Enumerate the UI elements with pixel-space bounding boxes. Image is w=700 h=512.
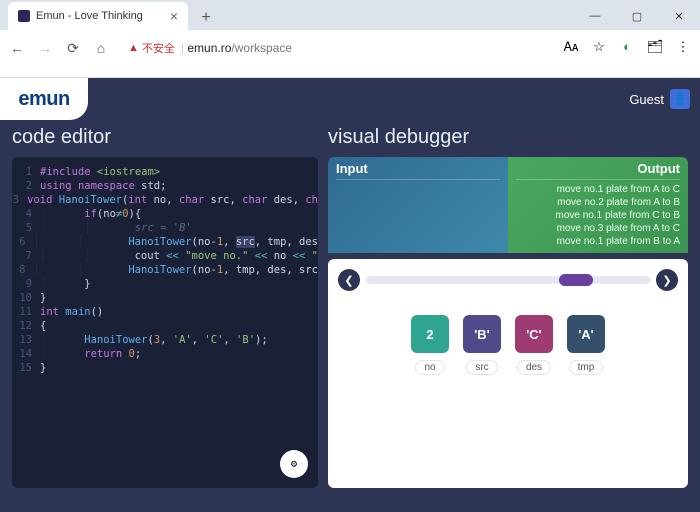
new-tab-button[interactable]: + <box>194 6 218 30</box>
url-path: /workspace <box>231 41 292 55</box>
extension-icon[interactable]: ◐ <box>618 39 636 57</box>
forward-icon[interactable]: → <box>36 40 54 56</box>
menu-icon[interactable]: ⋮ <box>674 39 692 57</box>
output-panel: Output move no.1 plate from A to Cmove n… <box>508 157 688 253</box>
app-topbar: emun Guest 👤 <box>0 78 700 120</box>
output-line: move no.2 plate from A to B <box>516 196 680 209</box>
code-line[interactable]: 12{ <box>12 319 318 333</box>
logo-text: emun <box>18 88 69 111</box>
code-line[interactable]: 2using namespace std; <box>12 179 318 193</box>
user-menu[interactable]: Guest 👤 <box>629 89 690 109</box>
favicon <box>18 10 30 22</box>
tab-close-icon[interactable]: × <box>170 8 178 24</box>
step-forward-button[interactable]: ❯ <box>656 269 678 291</box>
code-line[interactable]: 10} <box>12 291 318 305</box>
insecure-badge: ▲ 不安全 <box>128 40 175 56</box>
reload-icon[interactable]: ⟳ <box>64 40 82 57</box>
translate-icon[interactable]: 🗛 <box>562 39 580 57</box>
input-panel: Input <box>328 157 508 253</box>
user-avatar-icon: 👤 <box>670 89 690 109</box>
code-line[interactable]: 6│ │ HanoiTower(no-1, src, tmp, des <box>12 235 318 249</box>
back-icon[interactable]: ← <box>8 40 26 56</box>
debugger-title: visual debugger <box>328 126 688 149</box>
code-line[interactable]: 15} <box>12 361 318 375</box>
output-line: move no.1 plate from C to B <box>516 209 680 222</box>
timeline-slider[interactable] <box>366 276 650 284</box>
code-line[interactable]: 4│ if(no≠0){ <box>12 207 318 221</box>
browser-chrome: Emun - Love Thinking × + — ▢ ✕ ← → ⟳ ⌂ ▲… <box>0 0 700 78</box>
url-field[interactable]: ▲ 不安全 | emun.ro/workspace <box>120 40 552 56</box>
input-label: Input <box>336 161 500 180</box>
code-line[interactable]: 5│ │ src = 'B' <box>12 221 318 235</box>
window-close-button[interactable]: ✕ <box>658 2 700 30</box>
visualization-panel: ❮ ❯ 2 no 'B' src 'C' des 'A' tmp <box>328 259 688 488</box>
output-label: Output <box>516 161 680 180</box>
variable-name: no <box>415 360 444 375</box>
variable-value: 'A' <box>567 315 605 353</box>
code-line[interactable]: 14│ return 0; <box>12 347 318 361</box>
step-back-button[interactable]: ❮ <box>338 269 360 291</box>
gear-icon: ⚙ <box>291 458 297 470</box>
bookmark-icon[interactable]: ☆ <box>590 39 608 57</box>
url-host: emun.ro <box>187 41 231 55</box>
output-line: move no.1 plate from A to C <box>516 183 680 196</box>
variable-value: 'C' <box>515 315 553 353</box>
home-icon[interactable]: ⌂ <box>92 40 110 56</box>
window-minimize-button[interactable]: — <box>574 2 616 30</box>
code-line[interactable]: 1#include <iostream> <box>12 165 318 179</box>
variable-chip: 'B' src <box>463 315 501 375</box>
browser-tab[interactable]: Emun - Love Thinking × <box>8 2 188 30</box>
variable-chip: 'A' tmp <box>567 315 605 375</box>
code-editor[interactable]: 1#include <iostream>2using namespace std… <box>12 157 318 488</box>
editor-title: code editor <box>12 126 318 149</box>
variable-name: tmp <box>569 360 604 375</box>
app: emun Guest 👤 code editor 1#include <iost… <box>0 78 700 512</box>
code-line[interactable]: 3void HanoiTower(int no, char src, char … <box>12 193 318 207</box>
variable-name: des <box>517 360 551 375</box>
variable-name: src <box>466 360 497 375</box>
tab-title: Emun - Love Thinking <box>36 10 170 22</box>
titlebar: Emun - Love Thinking × + — ▢ ✕ <box>0 0 700 30</box>
logo-container[interactable]: emun <box>0 78 88 120</box>
variable-value: 'B' <box>463 315 501 353</box>
variable-value: 2 <box>411 315 449 353</box>
output-line: move no.1 plate from B to A <box>516 235 680 248</box>
variable-chip: 'C' des <box>515 315 553 375</box>
code-line[interactable]: 13│ HanoiTower(3, 'A', 'C', 'B'); <box>12 333 318 347</box>
slider-knob[interactable] <box>559 274 593 286</box>
code-line[interactable]: 8│ │ HanoiTower(no-1, tmp, des, src <box>12 263 318 277</box>
output-line: move no.3 plate from A to C <box>516 222 680 235</box>
editor-settings-button[interactable]: ⚙ <box>280 450 308 478</box>
user-label: Guest <box>629 92 664 107</box>
window-maximize-button[interactable]: ▢ <box>616 2 658 30</box>
clip-icon[interactable]: 🗂 <box>646 39 664 57</box>
address-bar: ← → ⟳ ⌂ ▲ 不安全 | emun.ro/workspace 🗛 ☆ ◐ … <box>0 30 700 66</box>
code-line[interactable]: 11int main() <box>12 305 318 319</box>
code-line[interactable]: 7│ │ cout << "move no." << no << " <box>12 249 318 263</box>
code-line[interactable]: 9│ } <box>12 277 318 291</box>
variable-chip: 2 no <box>411 315 449 375</box>
